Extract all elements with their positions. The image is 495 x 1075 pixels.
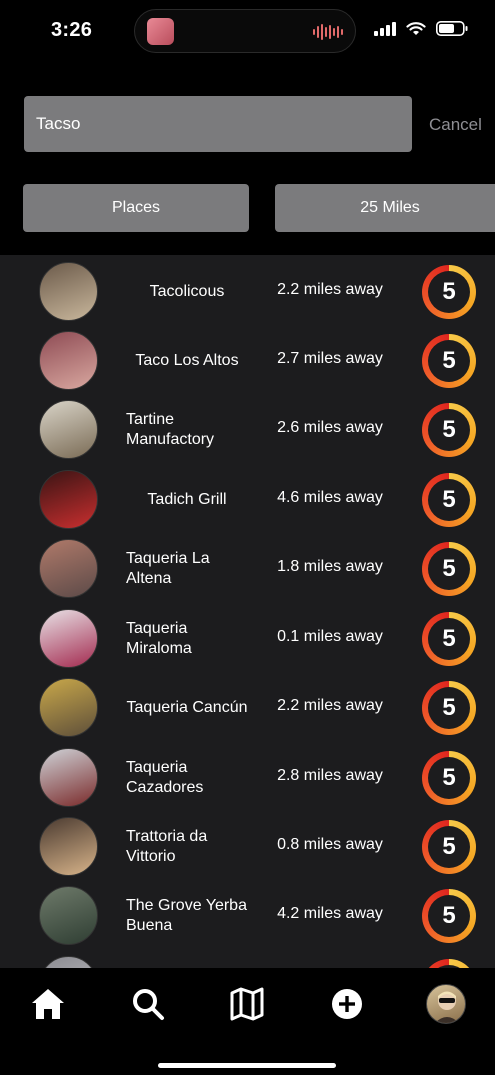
list-item[interactable]: Tacolicous 2.2 miles away 5 <box>0 259 495 329</box>
score-value: 5 <box>428 826 470 868</box>
score-value: 5 <box>428 757 470 799</box>
place-thumbnail <box>39 678 98 737</box>
list-item[interactable]: Taqueria Miraloma 0.1 miles away 5 <box>0 606 495 676</box>
place-name: Tadich Grill <box>147 491 227 508</box>
place-name: The Grove Yerba Buena <box>126 897 247 934</box>
dynamic-island[interactable] <box>134 9 356 53</box>
score-badge: 5 <box>422 473 476 527</box>
place-thumbnail <box>39 609 98 668</box>
score-badge: 5 <box>422 403 476 457</box>
place-distance: 0.1 miles away <box>277 628 383 645</box>
home-icon <box>32 989 64 1019</box>
wifi-icon <box>406 21 426 35</box>
tab-profile-avatar[interactable] <box>426 984 466 1024</box>
cancel-button[interactable]: Cancel <box>429 115 482 135</box>
score-value: 5 <box>428 271 470 313</box>
score-value: 5 <box>428 687 470 729</box>
search-input[interactable]: Tacso <box>24 96 412 152</box>
place-distance: 2.2 miles away <box>277 281 383 298</box>
place-distance: 2.2 miles away <box>277 697 383 714</box>
score-value: 5 <box>428 895 470 937</box>
place-distance: 2.7 miles away <box>277 350 383 367</box>
list-item[interactable]: Taqueria Cancún 2.2 miles away 5 <box>0 675 495 745</box>
list-item[interactable]: Trattoria da Vittorio 0.8 miles away 5 <box>0 814 495 884</box>
place-name: Trattoria da Vittorio <box>126 828 208 865</box>
tab-add[interactable] <box>325 982 369 1026</box>
place-name: The City Taqueria <box>112 953 262 968</box>
score-badge <box>422 959 476 968</box>
place-thumbnail <box>39 539 98 598</box>
score-value: 5 <box>428 479 470 521</box>
tab-home[interactable] <box>26 982 70 1026</box>
status-icons <box>374 21 468 36</box>
cellular-signal-icon <box>374 21 396 36</box>
list-item[interactable]: The City Taqueria <box>0 953 495 968</box>
place-name: Tacolicous <box>149 283 225 300</box>
score-value: 5 <box>428 548 470 590</box>
now-playing-artwork <box>147 18 174 45</box>
score-badge: 5 <box>422 889 476 943</box>
place-name: Tartine Manufactory <box>126 411 215 448</box>
distance-filter-button[interactable]: 25 Miles <box>275 184 495 232</box>
type-filter-button[interactable]: Places <box>23 184 249 232</box>
audio-waveform-icon <box>313 23 343 41</box>
search-icon <box>133 989 164 1020</box>
place-distance: 1.8 miles away <box>277 558 383 575</box>
map-icon <box>230 987 264 1021</box>
place-name: Taqueria Cancún <box>126 699 248 716</box>
place-thumbnail <box>39 400 98 459</box>
score-badge: 5 <box>422 334 476 388</box>
place-thumbnail <box>39 470 98 529</box>
profile-photo <box>434 991 460 1023</box>
place-distance: 2.8 miles away <box>277 767 383 784</box>
score-value: 5 <box>428 409 470 451</box>
tab-map[interactable] <box>225 982 269 1026</box>
place-thumbnail <box>39 262 98 321</box>
score-badge: 5 <box>422 681 476 735</box>
place-distance: 4.2 miles away <box>277 905 383 922</box>
score-badge: 5 <box>422 265 476 319</box>
results-list[interactable]: Tacolicous 2.2 miles away 5 Taco Los Altos 2… <box>0 255 495 968</box>
list-item[interactable]: Tartine Manufactory 2.6 miles away 5 <box>0 397 495 467</box>
home-indicator <box>158 1063 336 1068</box>
list-item[interactable]: Taqueria La Altena 1.8 miles away 5 <box>0 536 495 606</box>
place-thumbnail <box>39 886 98 945</box>
list-item[interactable]: The Grove Yerba Buena 4.2 miles away 5 <box>0 883 495 953</box>
score-badge: 5 <box>422 612 476 666</box>
place-name: Taqueria Cazadores <box>126 759 204 796</box>
status-time: 3:26 <box>51 19 93 41</box>
place-name: Taqueria Miraloma <box>126 620 192 657</box>
place-distance: 0.8 miles away <box>277 836 383 853</box>
list-item[interactable]: Tadich Grill 4.6 miles away 5 <box>0 467 495 537</box>
list-item[interactable]: Taco Los Altos 2.7 miles away 5 <box>0 328 495 398</box>
list-item[interactable]: Taqueria Cazadores 2.8 miles away 5 <box>0 745 495 815</box>
place-thumbnail <box>39 956 98 968</box>
add-icon <box>332 989 362 1019</box>
place-distance: 4.6 miles away <box>277 489 383 506</box>
score-value: 5 <box>428 340 470 382</box>
place-name: Taco Los Altos <box>135 352 239 369</box>
score-badge: 5 <box>422 820 476 874</box>
score-value: 5 <box>428 618 470 660</box>
place-thumbnail <box>39 331 98 390</box>
place-thumbnail <box>39 748 98 807</box>
score-badge: 5 <box>422 751 476 805</box>
score-badge: 5 <box>422 542 476 596</box>
place-thumbnail <box>39 817 98 876</box>
status-bar: 3:26 <box>0 0 495 62</box>
tab-search[interactable] <box>126 982 170 1026</box>
place-distance: 2.6 miles away <box>277 419 383 436</box>
battery-icon <box>436 21 468 36</box>
tab-bar <box>0 968 495 1075</box>
place-name: Taqueria La Altena <box>126 550 210 587</box>
